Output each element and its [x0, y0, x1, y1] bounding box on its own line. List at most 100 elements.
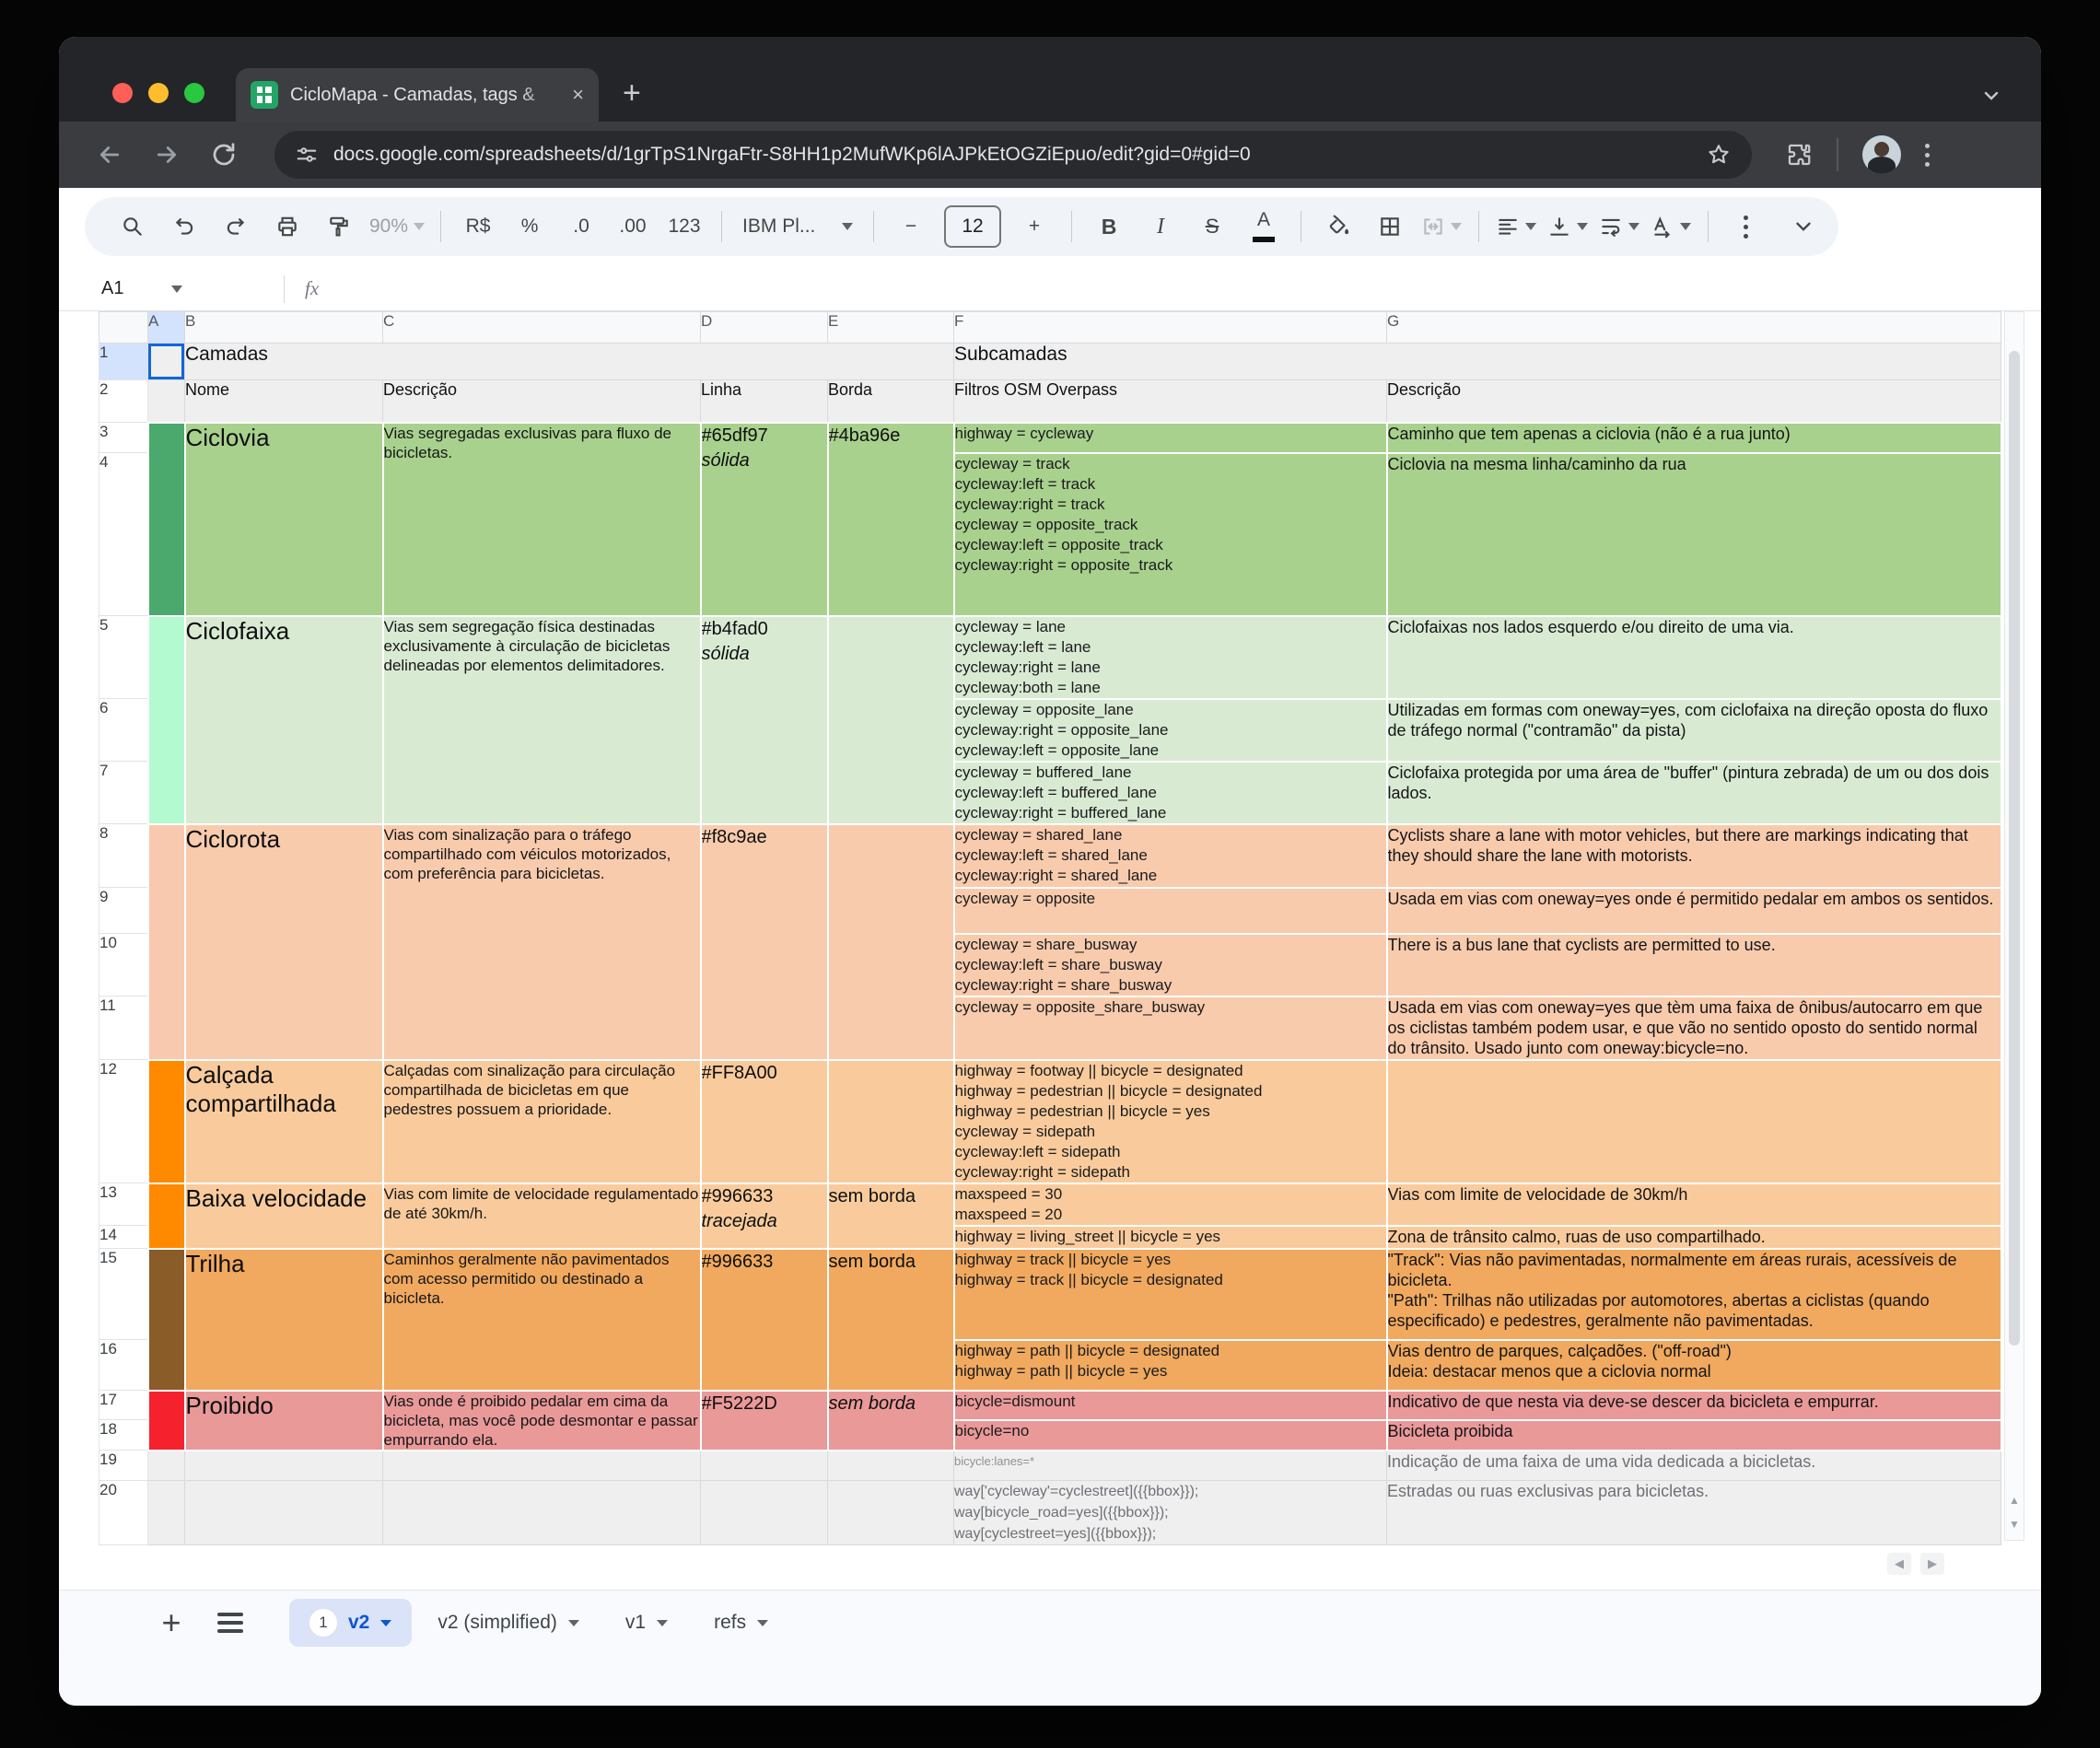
cell-osm-filters[interactable]: highway = cycleway	[954, 423, 1387, 453]
toolbar-more-icon[interactable]	[1720, 203, 1771, 251]
row-header[interactable]: 20	[99, 1481, 148, 1545]
cell-layer-line[interactable]: #b4fad0 sólida	[701, 616, 828, 824]
empty-cell[interactable]	[828, 1451, 954, 1481]
cell-osm-filters[interactable]: cycleway = lane cycleway:left = lane cyc…	[954, 616, 1387, 699]
minimize-window-button[interactable]	[148, 83, 169, 103]
search-icon[interactable]	[107, 203, 158, 251]
row-header[interactable]: 13	[99, 1183, 148, 1226]
cell-osm-filters[interactable]: cycleway = opposite	[954, 888, 1387, 934]
empty-cell[interactable]	[828, 1481, 954, 1545]
cell-osm-filters[interactable]: cycleway = shared_lane cycleway:left = s…	[954, 824, 1387, 888]
column-header-D[interactable]: D	[701, 312, 828, 344]
cell-layer-border[interactable]	[828, 616, 954, 824]
name-box[interactable]: A1	[59, 278, 263, 299]
cell-sublayer-description[interactable]: Bicicleta proibida	[1387, 1420, 2001, 1451]
text-color-button[interactable]: A	[1238, 203, 1289, 251]
row-header[interactable]: 17	[99, 1391, 148, 1420]
layer-color-swatch[interactable]	[148, 1183, 185, 1249]
empty-cell[interactable]	[148, 1451, 185, 1481]
empty-cell[interactable]	[701, 1481, 828, 1545]
cell-sublayer-description[interactable]: Usada em vias com oneway=yes onde é perm…	[1387, 888, 2001, 934]
decrease-font-size-button[interactable]: −	[885, 203, 937, 251]
close-tab-icon[interactable]: ×	[572, 85, 584, 105]
cell-sublayer-description[interactable]: Vias dentro de parques, calçadões. ("off…	[1387, 1340, 2001, 1391]
sheet-tab-refs[interactable]: refs	[694, 1599, 788, 1647]
empty-cell[interactable]	[185, 1451, 383, 1481]
cell-layer-description[interactable]: Vias com sinalização para o tráfego comp…	[383, 824, 701, 1060]
cell-layer-description[interactable]: Vias sem segregação física destinadas ex…	[383, 616, 701, 824]
horizontal-scrollbar[interactable]: ◀ ▶	[1887, 1553, 1944, 1575]
strikethrough-button[interactable]: S	[1186, 203, 1238, 251]
cell-layer-description[interactable]: Calçadas com sinalização para circulação…	[383, 1060, 701, 1183]
format-currency-button[interactable]: R$	[452, 203, 504, 251]
cell-osm-filters[interactable]: bicycle=no	[954, 1420, 1387, 1451]
reload-icon[interactable]	[210, 141, 238, 169]
cell-osm-filters[interactable]: bicycle:lanes=*	[954, 1451, 1387, 1481]
row-header[interactable]: 14	[99, 1226, 148, 1249]
row-header[interactable]: 4	[99, 453, 148, 616]
cell-layer-border[interactable]	[828, 824, 954, 1060]
extensions-icon[interactable]	[1785, 141, 1813, 169]
collapse-toolbar-icon[interactable]	[1778, 203, 1829, 251]
row-header[interactable]: 2	[99, 380, 148, 423]
cell-layer-border[interactable]: sem borda	[828, 1391, 954, 1451]
scroll-right-icon[interactable]: ▶	[1920, 1553, 1944, 1575]
select-all-corner[interactable]	[99, 312, 148, 344]
cell-osm-filters[interactable]: cycleway = opposite_lane cycleway:right …	[954, 699, 1387, 762]
redo-icon[interactable]	[210, 203, 262, 251]
cell-camadas-title[interactable]: Camadas	[185, 344, 954, 380]
cell-osm-filters[interactable]: cycleway = opposite_share_busway	[954, 996, 1387, 1060]
row-header[interactable]: 15	[99, 1249, 148, 1340]
cell-layer-name[interactable]: Trilha	[185, 1249, 383, 1391]
cell-layer-line[interactable]: #FF8A00	[701, 1060, 828, 1183]
close-window-button[interactable]	[112, 83, 133, 103]
browser-tab[interactable]: CicloMapa - Camadas, tags & ×	[236, 68, 599, 122]
increase-decimal-button[interactable]: .00	[607, 203, 659, 251]
cell-osm-filters[interactable]: highway = footway || bicycle = designate…	[954, 1060, 1387, 1183]
layer-color-swatch[interactable]	[148, 1391, 185, 1451]
italic-button[interactable]: I	[1135, 203, 1186, 251]
cell-layer-name[interactable]: Baixa velocidade	[185, 1183, 383, 1249]
cell-sublayer-description[interactable]: Cyclists share a lane with motor vehicle…	[1387, 824, 2001, 888]
horizontal-align-icon[interactable]	[1490, 203, 1542, 251]
cell-sublayer-description[interactable]: "Track": Vias não pavimentadas, normalme…	[1387, 1249, 2001, 1340]
cell-osm-filters[interactable]: highway = living_street || bicycle = yes	[954, 1226, 1387, 1249]
cell-layer-name[interactable]: Ciclofaixa	[185, 616, 383, 824]
column-header-E[interactable]: E	[828, 312, 954, 344]
empty-cell[interactable]	[701, 1451, 828, 1481]
empty-cell[interactable]	[383, 1451, 701, 1481]
browser-menu-icon[interactable]	[1925, 144, 1930, 167]
cell-sublayer-description[interactable]: Indicação de uma faixa de uma vida dedic…	[1387, 1451, 2001, 1481]
cell-sublayer-description[interactable]: Vias com limite de velocidade de 30km/h	[1387, 1183, 2001, 1226]
row-header[interactable]: 12	[99, 1060, 148, 1183]
url-text[interactable]: docs.google.com/spreadsheets/d/1grTpS1Nr…	[333, 144, 1691, 166]
cell-layer-border[interactable]: sem borda	[828, 1249, 954, 1391]
vertical-scrollbar[interactable]: ▲ ▼	[2004, 311, 2024, 1541]
cell-layer-border[interactable]	[828, 1060, 954, 1183]
all-sheets-icon[interactable]	[217, 1613, 243, 1633]
row-header[interactable]: 11	[99, 996, 148, 1060]
print-icon[interactable]	[262, 203, 313, 251]
cell-sublayer-description[interactable]: Caminho que tem apenas a ciclovia (não é…	[1387, 423, 2001, 453]
row-header[interactable]: 7	[99, 762, 148, 824]
layer-color-swatch[interactable]	[148, 1249, 185, 1391]
cell-osm-filters[interactable]: bicycle=dismount	[954, 1391, 1387, 1420]
cell-sublayer-description[interactable]: Ciclovia na mesma linha/caminho da rua	[1387, 453, 2001, 616]
bookmark-star-icon[interactable]	[1706, 142, 1732, 168]
cell-sublayer-description[interactable]: Indicativo de que nesta via deve-se desc…	[1387, 1391, 2001, 1420]
font-size-input[interactable]: 12	[944, 205, 1001, 248]
forward-icon[interactable]	[153, 141, 181, 169]
cell-header-nome[interactable]: Nome	[185, 380, 383, 423]
row-header[interactable]: 6	[99, 699, 148, 762]
cell-header-descricao[interactable]: Descrição	[383, 380, 701, 423]
sheet-tab-v2[interactable]: 1 v2	[289, 1599, 412, 1647]
merge-cells-icon[interactable]	[1416, 203, 1467, 251]
layer-color-swatch[interactable]	[148, 423, 185, 616]
cell-sublayer-description[interactable]: Ciclofaixa protegida por uma área de "bu…	[1387, 762, 2001, 824]
column-header-A[interactable]: A	[148, 312, 185, 344]
more-formats-button[interactable]: 123	[659, 203, 710, 251]
cell-osm-filters[interactable]: maxspeed = 30 maxspeed = 20	[954, 1183, 1387, 1226]
row-header[interactable]: 3	[99, 423, 148, 453]
undo-icon[interactable]	[158, 203, 210, 251]
scroll-up-icon[interactable]: ▲	[2005, 1488, 2024, 1512]
